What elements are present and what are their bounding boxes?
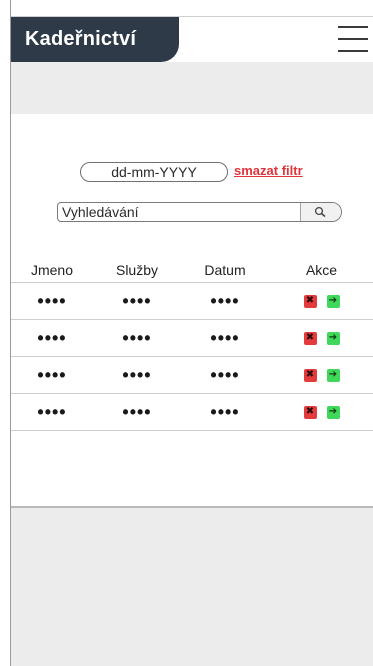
hamburger-menu-icon[interactable] xyxy=(338,26,368,52)
bookings-table: Jmeno Služby Datum Akce •••• •••• •••• ✖… xyxy=(11,262,373,431)
footer-area xyxy=(11,506,373,666)
search-icon xyxy=(314,206,326,218)
table-row: •••• •••• •••• ✖ ➔ xyxy=(11,283,373,320)
app-frame: Kadeřnictví dd-mm-YYYY smazat filtr Jmen… xyxy=(10,0,373,666)
arrow-right-icon[interactable]: ➔ xyxy=(326,294,340,308)
cell-sluzby: •••• xyxy=(122,291,152,311)
table-row: •••• •••• •••• ✖ ➔ xyxy=(11,394,373,431)
top-bar: Kadeřnictví xyxy=(11,16,373,63)
cell-datum: •••• xyxy=(210,365,240,385)
search-input[interactable] xyxy=(58,203,300,221)
x-icon[interactable]: ✖ xyxy=(303,405,317,419)
cell-datum: •••• xyxy=(210,402,240,422)
menu-line xyxy=(338,38,368,40)
cell-datum: •••• xyxy=(210,291,240,311)
table-row: •••• •••• •••• ✖ ➔ xyxy=(11,320,373,357)
arrow-right-icon[interactable]: ➔ xyxy=(326,331,340,345)
table-row: •••• •••• •••• ✖ ➔ xyxy=(11,357,373,394)
app-title: Kadeřnictví xyxy=(11,17,179,62)
column-header-akce: Akce xyxy=(305,262,338,278)
search-button[interactable] xyxy=(300,203,341,221)
arrow-right-icon[interactable]: ➔ xyxy=(326,405,340,419)
cell-sluzby: •••• xyxy=(122,328,152,348)
x-icon[interactable]: ✖ xyxy=(303,294,317,308)
cell-sluzby: •••• xyxy=(122,402,152,422)
cell-jmeno: •••• xyxy=(37,328,67,348)
cell-sluzby: •••• xyxy=(122,365,152,385)
header-spacer xyxy=(11,62,373,114)
column-header-datum: Datum xyxy=(204,262,246,278)
x-icon[interactable]: ✖ xyxy=(303,368,317,382)
row-actions: ✖ ➔ xyxy=(269,368,373,382)
table-header: Jmeno Služby Datum Akce xyxy=(11,262,373,283)
row-actions: ✖ ➔ xyxy=(269,331,373,345)
clear-filter-link[interactable]: smazat filtr xyxy=(234,163,303,178)
row-actions: ✖ ➔ xyxy=(269,405,373,419)
cell-jmeno: •••• xyxy=(37,291,67,311)
arrow-right-icon[interactable]: ➔ xyxy=(326,368,340,382)
column-header-sluzby: Služby xyxy=(115,262,159,278)
cell-jmeno: •••• xyxy=(37,402,67,422)
column-header-jmeno: Jmeno xyxy=(30,262,74,278)
menu-line xyxy=(338,50,368,52)
date-filter-input[interactable]: dd-mm-YYYY xyxy=(80,162,228,182)
cell-datum: •••• xyxy=(210,328,240,348)
x-icon[interactable]: ✖ xyxy=(303,331,317,345)
search-bar xyxy=(57,202,342,222)
main-content: dd-mm-YYYY smazat filtr Jmeno Služby Dat… xyxy=(11,114,373,506)
cell-jmeno: •••• xyxy=(37,365,67,385)
row-actions: ✖ ➔ xyxy=(269,294,373,308)
menu-line xyxy=(338,26,368,28)
